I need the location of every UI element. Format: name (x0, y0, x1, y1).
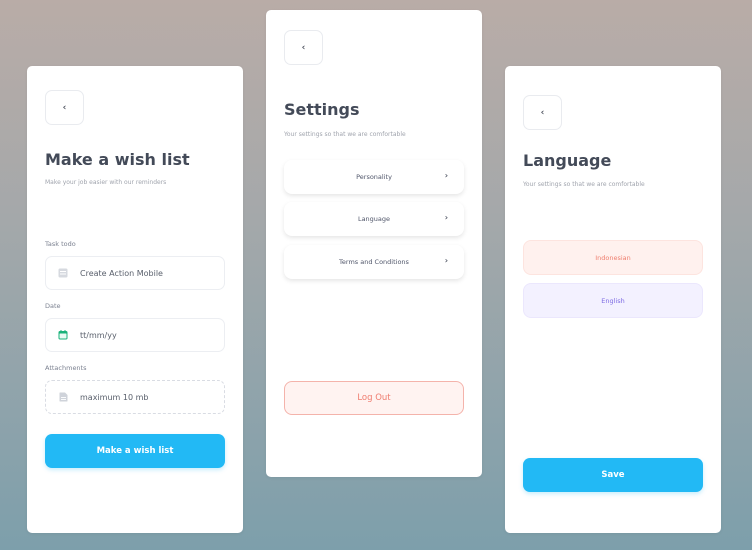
page-subtitle: Your settings so that we are comfortable (284, 131, 406, 138)
page-title: Language (523, 151, 612, 170)
language-option-english[interactable]: English (523, 283, 703, 318)
date-label: Date (45, 302, 61, 310)
task-input[interactable]: Create Action Mobile (45, 256, 225, 290)
settings-item-label: Personality (356, 173, 392, 181)
calendar-icon (58, 330, 68, 340)
date-input[interactable]: tt/mm/yy (45, 318, 225, 352)
task-label: Task todo (45, 240, 76, 248)
page-title: Make a wish list (45, 150, 190, 169)
task-value: Create Action Mobile (80, 268, 163, 278)
file-icon (58, 392, 68, 402)
page-subtitle: Your settings so that we are comfortable (523, 181, 645, 188)
chevron-left-icon: ‹ (301, 42, 306, 53)
settings-item-terms[interactable]: Terms and Conditions › (284, 245, 464, 279)
settings-item-label: Terms and Conditions (339, 258, 409, 266)
make-wish-list-button[interactable]: Make a wish list (45, 434, 225, 468)
chevron-left-icon: ‹ (540, 107, 545, 118)
settings-item-language[interactable]: Language › (284, 202, 464, 236)
language-option-indonesian[interactable]: Indonesian (523, 240, 703, 275)
list-icon (58, 268, 68, 278)
back-button[interactable]: ‹ (523, 95, 562, 130)
chevron-right-icon: › (444, 213, 448, 222)
settings-item-personality[interactable]: Personality › (284, 160, 464, 194)
date-placeholder: tt/mm/yy (80, 330, 117, 340)
page-title: Settings (284, 100, 360, 119)
back-button[interactable]: ‹ (284, 30, 323, 65)
save-button[interactable]: Save (523, 458, 703, 492)
chevron-right-icon: › (444, 256, 448, 265)
back-button[interactable]: ‹ (45, 90, 84, 125)
chevron-left-icon: ‹ (62, 102, 67, 113)
attachments-dropzone[interactable]: maximum 10 mb (45, 380, 225, 414)
chevron-right-icon: › (444, 171, 448, 180)
wishlist-screen: ‹ Make a wish list Make your job easier … (27, 66, 243, 533)
attachments-label: Attachments (45, 364, 87, 372)
log-out-button[interactable]: Log Out (284, 381, 464, 415)
attachments-placeholder: maximum 10 mb (80, 392, 149, 402)
settings-screen: ‹ Settings Your settings so that we are … (266, 10, 482, 477)
language-screen: ‹ Language Your settings so that we are … (505, 66, 721, 533)
page-subtitle: Make your job easier with our reminders (45, 179, 167, 186)
settings-item-label: Language (357, 215, 391, 223)
